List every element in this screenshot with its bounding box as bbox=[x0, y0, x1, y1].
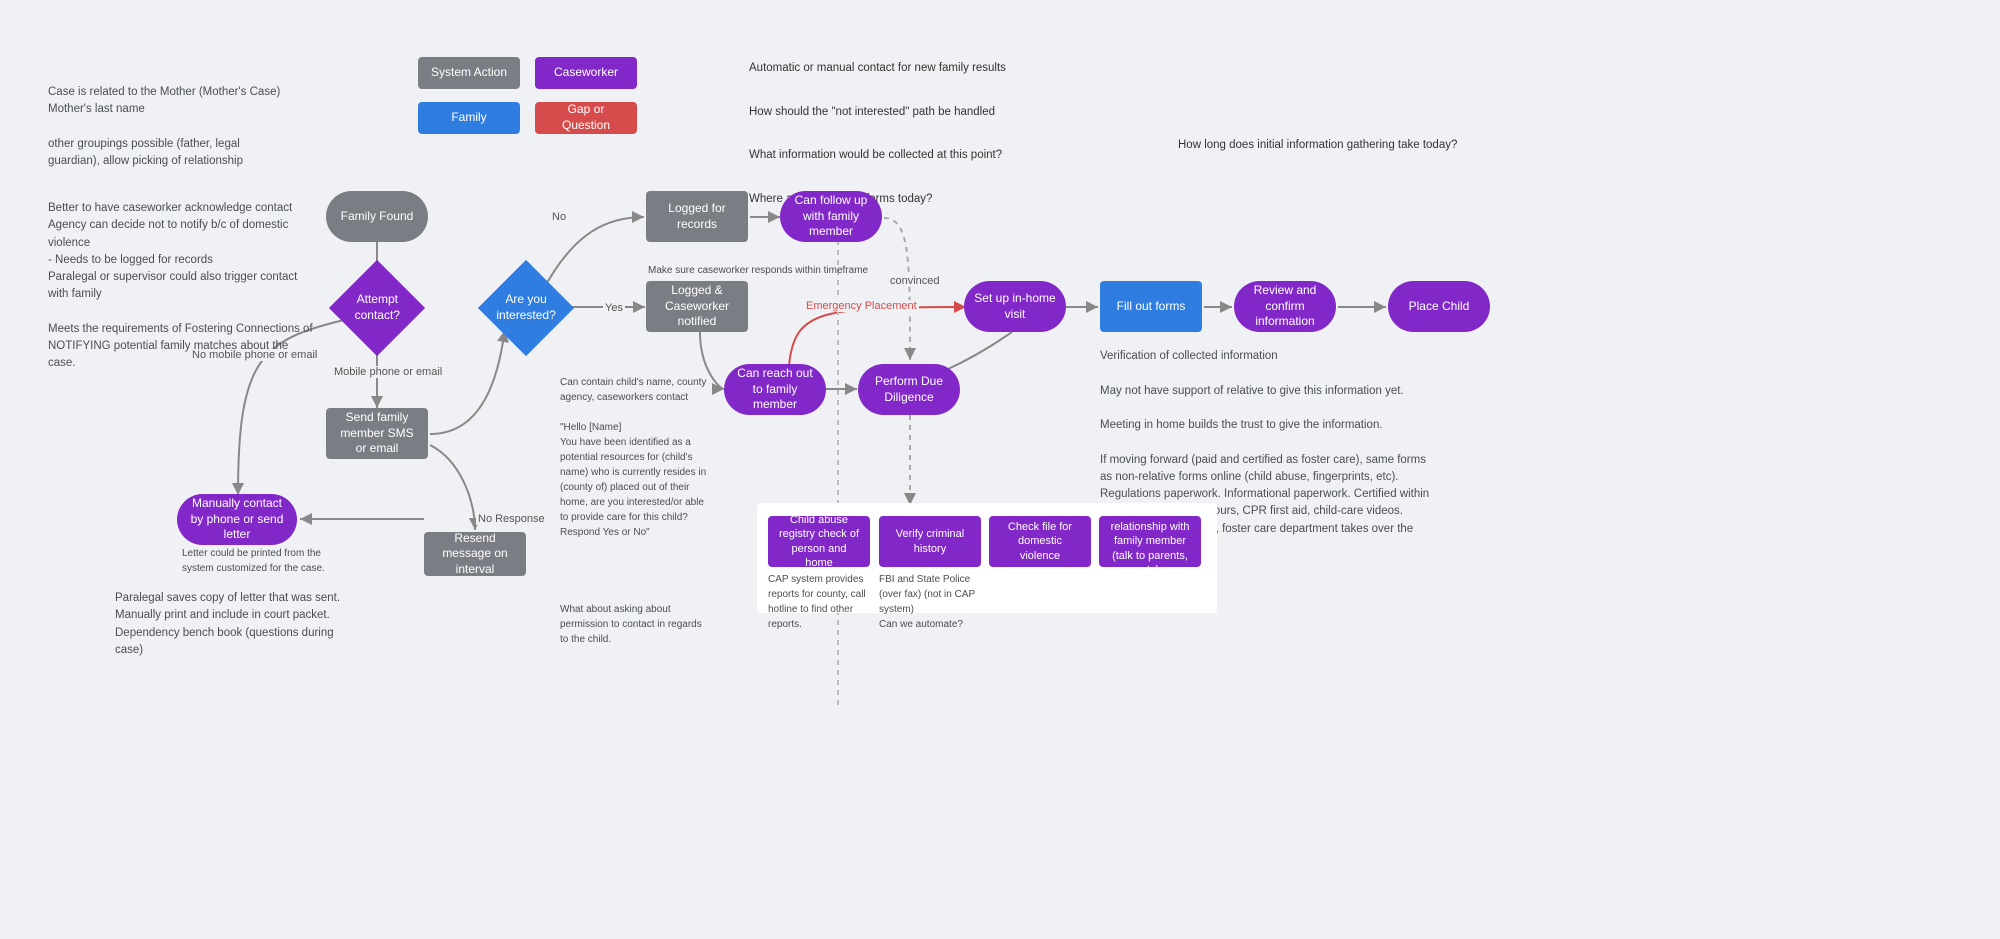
node-dd-criminal: Verify criminal history bbox=[879, 516, 981, 567]
edge-emergency: Emergency Placement bbox=[804, 300, 919, 312]
node-fill-forms: Fill out forms bbox=[1100, 281, 1202, 332]
edge-no-phone: No mobile phone or email bbox=[190, 349, 319, 361]
note-cap: CAP system provides reports for county, … bbox=[768, 572, 873, 632]
node-attempt-contact-label: Attempt contact? bbox=[353, 292, 401, 323]
node-place: Place Child bbox=[1388, 281, 1490, 332]
node-dd-registry: Child abuse registry check of person and… bbox=[768, 516, 870, 567]
node-dd-domestic: Check file for domestic violence bbox=[989, 516, 1091, 567]
node-due-diligence: Perform Due Diligence bbox=[858, 364, 960, 415]
node-interested-label: Are you interested? bbox=[496, 292, 555, 323]
node-resend: Resend message on interval bbox=[424, 532, 526, 576]
node-in-home: Set up in-home visit bbox=[964, 281, 1066, 332]
node-followup: Can follow up with family member bbox=[780, 191, 882, 242]
node-dd-assess: Assess relationship with family member (… bbox=[1099, 516, 1201, 567]
node-reach-out: Can reach out to family member bbox=[724, 364, 826, 415]
edge-no-response: No Response bbox=[476, 513, 547, 525]
legend-family: Family bbox=[418, 102, 520, 134]
legend-gap: Gap or Question bbox=[535, 102, 637, 134]
node-logged-notified: Logged & Caseworker notified bbox=[646, 281, 748, 332]
node-interested: Are you interested? bbox=[478, 260, 574, 356]
note-timeframe: Make sure caseworker responds within tim… bbox=[648, 263, 868, 278]
note-better-contact: Better to have caseworker acknowledge co… bbox=[48, 200, 318, 373]
note-can-contain: Can contain child's name, county agency,… bbox=[560, 375, 710, 540]
note-permission: What about asking about permission to co… bbox=[560, 602, 710, 647]
node-manually-contact: Manually contact by phone or send letter bbox=[177, 494, 297, 545]
node-attempt-contact: Attempt contact? bbox=[329, 260, 425, 356]
edge-yes: Yes bbox=[603, 302, 625, 314]
node-logged-records: Logged for records bbox=[646, 191, 748, 242]
note-letter: Letter could be printed from the system … bbox=[182, 546, 332, 576]
edge-mobile: Mobile phone or email bbox=[332, 366, 444, 378]
note-paralegal: Paralegal saves copy of letter that was … bbox=[115, 590, 345, 659]
note-how-long: How long does initial information gather… bbox=[1178, 137, 1457, 154]
note-case-relation: Case is related to the Mother (Mother's … bbox=[48, 84, 288, 170]
legend-caseworker: Caseworker bbox=[535, 57, 637, 89]
edge-no: No bbox=[550, 211, 568, 223]
note-questions-top: Automatic or manual contact for new fami… bbox=[749, 58, 1009, 211]
node-family-found: Family Found bbox=[326, 191, 428, 242]
node-review: Review and confirm information bbox=[1234, 281, 1336, 332]
node-send-sms: Send family member SMS or email bbox=[326, 408, 428, 459]
edge-convinced: convinced bbox=[888, 275, 942, 287]
legend-system-action: System Action bbox=[418, 57, 520, 89]
note-fbi: FBI and State Police (over fax) (not in … bbox=[879, 572, 984, 632]
